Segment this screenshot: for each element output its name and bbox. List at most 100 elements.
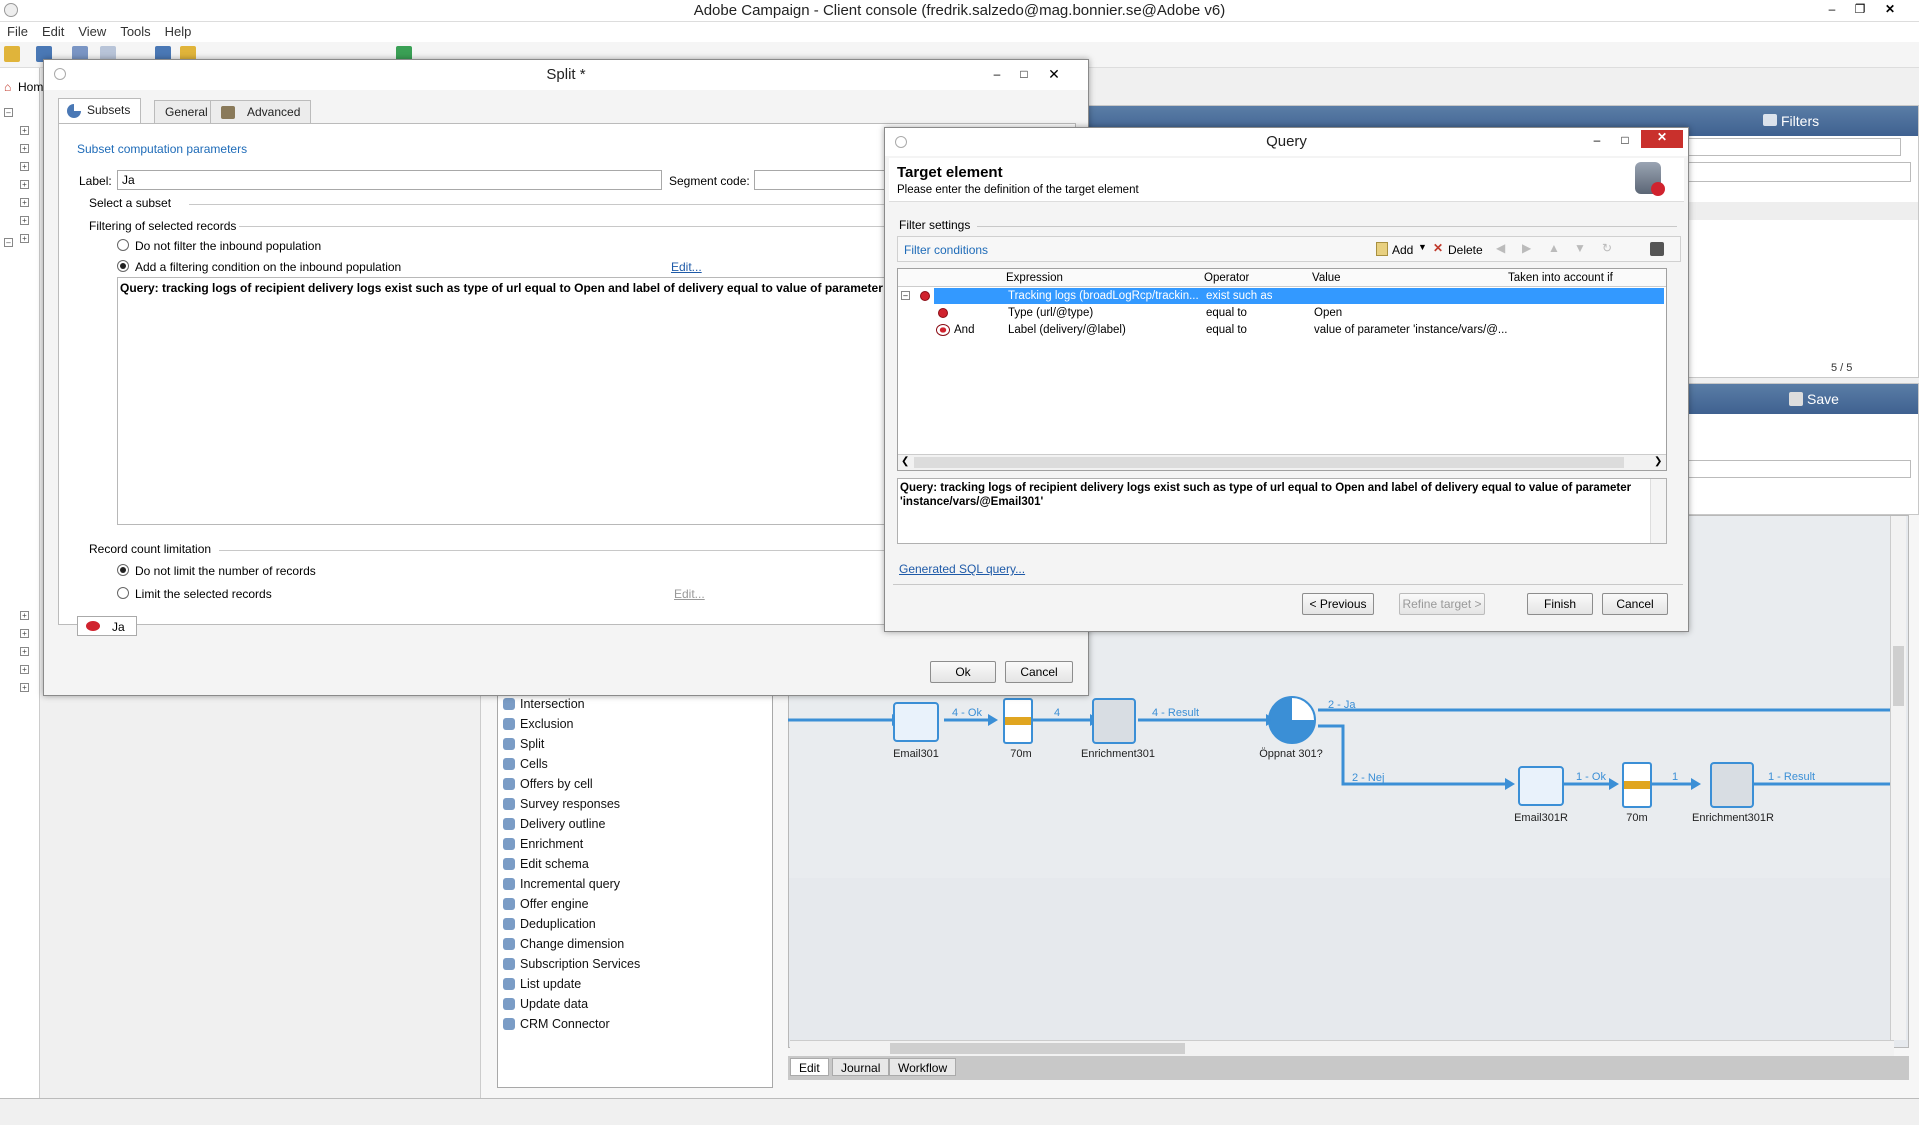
description-vscrollbar[interactable]	[1650, 479, 1666, 543]
tree-expand[interactable]: –	[4, 108, 13, 117]
scroll-right-icon[interactable]: ❯	[1654, 456, 1662, 467]
col-operator[interactable]: Operator	[1204, 272, 1249, 284]
activity-item[interactable]: List update	[503, 977, 581, 991]
email-activity-icon[interactable]	[1518, 766, 1564, 806]
col-expression[interactable]: Expression	[1006, 272, 1063, 284]
minimize-icon[interactable]: –	[1585, 133, 1609, 149]
add-button[interactable]: Add	[1392, 243, 1413, 257]
table-row[interactable]: – Tracking logs (broadLogRcp/trackin... …	[898, 288, 1666, 304]
radio-no-filter[interactable]	[117, 239, 129, 251]
cancel-button[interactable]: Cancel	[1602, 593, 1668, 615]
close-icon[interactable]: ✕	[1641, 130, 1683, 148]
filters-label[interactable]: Filters	[1781, 113, 1819, 129]
grid-hscroll-thumb[interactable]	[914, 457, 1624, 468]
tree-expand[interactable]: +	[20, 144, 29, 153]
home-label[interactable]: Hom	[18, 80, 43, 94]
tab-subsets[interactable]: Subsets	[58, 98, 142, 124]
activity-item[interactable]: Incremental query	[503, 877, 620, 891]
enrichment-activity-icon[interactable]	[1710, 762, 1754, 808]
activity-item[interactable]: Update data	[503, 997, 588, 1011]
tree-expand[interactable]: +	[20, 216, 29, 225]
activity-item[interactable]: Cells	[503, 757, 548, 771]
add-filter-label[interactable]: Add a filtering condition on the inbound…	[135, 260, 401, 274]
menu-view[interactable]: View	[71, 22, 113, 41]
tree-expand[interactable]: +	[20, 126, 29, 135]
minimize-icon[interactable]: –	[985, 67, 1009, 83]
edit-filter-link[interactable]: Edit...	[671, 260, 702, 274]
activity-item[interactable]: Offers by cell	[503, 777, 593, 791]
no-filter-label[interactable]: Do not filter the inbound population	[135, 239, 321, 253]
menu-file[interactable]: File	[0, 22, 35, 41]
table-row[interactable]: Type (url/@type) equal to Open	[898, 305, 1666, 321]
restore-icon[interactable]: ❐	[1848, 2, 1872, 18]
add-icon[interactable]	[1376, 242, 1388, 256]
activity-item[interactable]: Deduplication	[503, 917, 596, 931]
split-activity-icon[interactable]	[1268, 696, 1316, 744]
tree-expand[interactable]: +	[20, 162, 29, 171]
filter-icon[interactable]	[1763, 114, 1777, 126]
maximize-icon[interactable]: □	[1012, 67, 1036, 83]
activity-item[interactable]: Survey responses	[503, 797, 620, 811]
activity-item[interactable]: Edit schema	[503, 857, 589, 871]
finish-button[interactable]: Finish	[1527, 593, 1593, 615]
tab-edit[interactable]: Edit	[790, 1058, 829, 1076]
tab-journal[interactable]: Journal	[832, 1058, 890, 1076]
maximize-icon[interactable]: □	[1613, 133, 1637, 149]
collapse-icon[interactable]: –	[901, 291, 910, 300]
tree-expand[interactable]: +	[20, 180, 29, 189]
limit-label[interactable]: Limit the selected records	[135, 587, 272, 601]
no-limit-label[interactable]: Do not limit the number of records	[135, 564, 316, 578]
activity-item[interactable]: Enrichment	[503, 837, 583, 851]
tree-expand[interactable]: –	[4, 238, 13, 247]
ok-button[interactable]: Ok	[930, 661, 996, 683]
save-label[interactable]: Save	[1807, 391, 1839, 407]
activity-item[interactable]: Delivery outline	[503, 817, 605, 831]
tree-expand[interactable]: +	[20, 198, 29, 207]
activity-item[interactable]: Intersection	[503, 697, 585, 711]
activity-item[interactable]: CRM Connector	[503, 1017, 610, 1031]
subset-list-item[interactable]: Ja	[77, 616, 137, 636]
wait-activity-icon[interactable]	[1622, 762, 1652, 808]
table-row[interactable]: And Label (delivery/@label) equal to val…	[898, 322, 1666, 338]
radio-no-limit[interactable]	[117, 564, 129, 576]
col-taken-into-account[interactable]: Taken into account if	[1508, 272, 1613, 284]
tree-expand[interactable]: +	[20, 629, 29, 638]
canvas-vscroll-thumb[interactable]	[1893, 646, 1904, 706]
cancel-button[interactable]: Cancel	[1005, 661, 1073, 683]
close-icon[interactable]: ✕	[1042, 66, 1066, 82]
close-icon[interactable]: ✕	[1878, 2, 1902, 18]
tab-advanced[interactable]: Advanced	[210, 100, 312, 124]
chevron-down-icon[interactable]: ▼	[1418, 242, 1427, 252]
tree-expand[interactable]: +	[20, 647, 29, 656]
home-icon[interactable]: ⌂	[4, 80, 11, 94]
generated-sql-link[interactable]: Generated SQL query...	[899, 562, 1025, 576]
menu-edit[interactable]: Edit	[35, 22, 71, 41]
email-activity-icon[interactable]	[893, 702, 939, 742]
wait-activity-icon[interactable]	[1003, 698, 1033, 744]
label-input[interactable]: Ja	[117, 170, 662, 190]
menu-tools[interactable]: Tools	[113, 22, 157, 41]
scroll-left-icon[interactable]: ❮	[901, 456, 909, 467]
activity-item[interactable]: Change dimension	[503, 937, 624, 951]
col-value[interactable]: Value	[1312, 272, 1341, 284]
key-icon[interactable]	[4, 46, 20, 62]
menu-help[interactable]: Help	[158, 22, 199, 41]
activity-item[interactable]: Subscription Services	[503, 957, 640, 971]
save-icon[interactable]	[1789, 392, 1803, 406]
tab-general[interactable]: General	[154, 100, 219, 124]
activity-item[interactable]: Split	[503, 737, 544, 751]
tab-workflow[interactable]: Workflow	[889, 1058, 957, 1076]
save-icon[interactable]	[1650, 242, 1664, 256]
activity-item[interactable]: Exclusion	[503, 717, 574, 731]
enrichment-activity-icon[interactable]	[1092, 698, 1136, 744]
tree-expand[interactable]: +	[20, 234, 29, 243]
tree-expand[interactable]: +	[20, 665, 29, 674]
canvas-hscroll-thumb[interactable]	[890, 1043, 1185, 1054]
radio-add-filter[interactable]	[117, 260, 129, 272]
minimize-icon[interactable]: –	[1820, 2, 1844, 18]
delete-button[interactable]: Delete	[1448, 243, 1483, 257]
tree-expand[interactable]: +	[20, 611, 29, 620]
canvas-vscrollbar[interactable]	[1890, 516, 1906, 1040]
radio-limit[interactable]	[117, 587, 129, 599]
activity-item[interactable]: Offer engine	[503, 897, 589, 911]
